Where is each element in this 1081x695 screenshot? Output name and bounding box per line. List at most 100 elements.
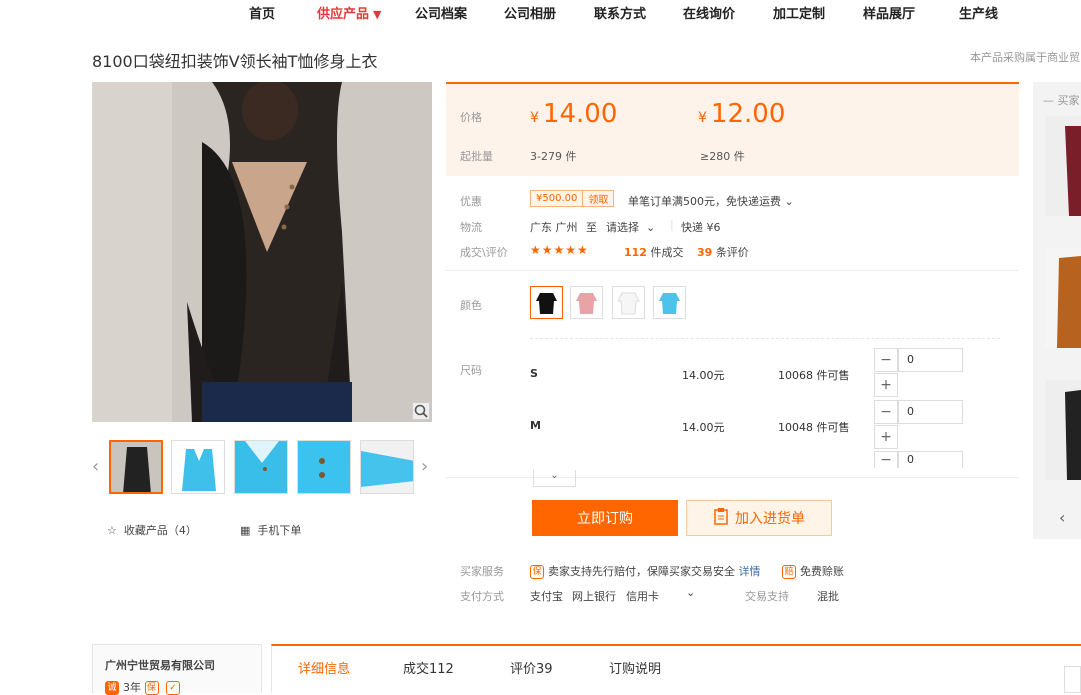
price-tier-1-value: 14.00 [542, 99, 618, 129]
mobile-order-label: 手机下单 [257, 524, 302, 537]
favorite-label: 收藏产品（4） [123, 524, 197, 537]
exempt-service: 赔免费赊账 [782, 563, 844, 579]
destination-select[interactable]: 请选择 ⌄ [606, 219, 655, 235]
divider [530, 338, 1000, 339]
related-product-3[interactable] [1045, 380, 1081, 480]
shipping-origin: 广东 广州 [530, 221, 578, 234]
logistics-label: 物流 [460, 221, 482, 234]
size-stock: 10068 件可售 [778, 369, 850, 382]
add-to-cart-button[interactable]: 加入进货单 [686, 500, 832, 536]
promo-text-label: 单笔订单满500元，免快递运费 [628, 195, 781, 208]
thumbnail-2[interactable] [171, 440, 225, 494]
nav-item-production[interactable]: 生产线 [959, 3, 998, 22]
add-to-cart-label: 加入进货单 [735, 511, 805, 527]
nav-item-album[interactable]: 公司相册 [504, 3, 556, 22]
destination-value: 请选择 [606, 221, 639, 234]
chevron-down-icon[interactable]: ⌄ [686, 586, 695, 599]
quantity-input-m[interactable]: 0 [898, 400, 963, 424]
plus-button[interactable]: + [874, 373, 898, 397]
favorite-product[interactable]: ☆ 收藏产品（4） [107, 522, 197, 538]
nav-item-home[interactable]: 首页 [249, 3, 275, 22]
rail-title-text: 买家 [1057, 94, 1080, 107]
currency-symbol: ¥ [530, 110, 539, 126]
color-swatch-blue[interactable] [653, 286, 686, 319]
thumbnail-5[interactable] [360, 440, 414, 494]
promo-text[interactable]: 单笔订单满500元，免快递运费 ⌄ [628, 193, 794, 209]
nav-item-custom[interactable]: 加工定制 [773, 3, 825, 22]
shipping-to: 至 [586, 221, 597, 234]
review-count[interactable]: 39 条评价 [697, 244, 749, 260]
deal-count[interactable]: 112 件成交 [624, 244, 683, 260]
divider [446, 477, 1019, 478]
pay-method: 网上银行 [572, 590, 616, 603]
order-now-button[interactable]: 立即订购 [532, 500, 678, 536]
tab-deals[interactable]: 成交112 [403, 658, 454, 677]
moq-label: 起批量 [460, 150, 493, 163]
coupon-action[interactable]: 领取 [582, 191, 613, 206]
company-name[interactable]: 广州宁世贸易有限公司 [105, 657, 215, 673]
credit-icon: 赔 [782, 565, 796, 579]
thumbnail-4[interactable] [297, 440, 351, 494]
nav-item-samples[interactable]: 样品展厅 [863, 3, 915, 22]
nav-item-inquiry[interactable]: 在线询价 [683, 3, 735, 22]
thumbnail-3[interactable] [234, 440, 288, 494]
guarantee-service: 保卖家支持先行赔付，保障买家交易安全 详情 [530, 563, 761, 579]
color-swatch-white[interactable] [612, 286, 645, 319]
nav-item-profile[interactable]: 公司档案 [415, 3, 467, 22]
plus-button[interactable]: + [874, 425, 898, 449]
rail-title: — 买家 [1043, 94, 1080, 107]
minus-button[interactable]: − [874, 400, 898, 424]
chevron-down-icon: ⌄ [646, 221, 656, 234]
deal-count-value: 112 [624, 246, 647, 259]
price-tier-1: ¥14.00 [530, 99, 617, 129]
tab-details[interactable]: 详细信息 [298, 658, 350, 677]
detail-link[interactable]: 详情 [739, 565, 761, 578]
nav-item-contact[interactable]: 联系方式 [594, 3, 646, 22]
deals-label: 成交\评价 [460, 246, 508, 259]
detail-tabs: 详细信息 成交112 评价39 订购说明 [271, 644, 1081, 693]
rail-prev-icon[interactable]: ‹ [1059, 508, 1065, 527]
color-swatch-black[interactable] [530, 286, 563, 319]
thumbnail-1[interactable] [109, 440, 163, 494]
coupon-badge[interactable]: ¥500.00 领取 [530, 190, 615, 207]
review-count-value: 39 [697, 246, 713, 259]
size-price: 14.00元 [682, 421, 725, 434]
price-tier-2-value: 12.00 [710, 99, 786, 129]
trade-support-value: 混批 [817, 590, 839, 603]
quantity-input-l[interactable]: 0 [898, 451, 963, 468]
related-product-2[interactable] [1045, 248, 1081, 348]
pay-method: 信用卡 [626, 590, 659, 603]
size-stock: 10048 件可售 [778, 421, 850, 434]
color-swatch-pink[interactable] [570, 286, 603, 319]
quantity-input-s[interactable]: 0 [898, 348, 963, 372]
related-product-1[interactable] [1045, 116, 1081, 216]
page-title: 8100口袋纽扣装饰V领长袖T恤修身上衣 [92, 52, 378, 71]
price-label: 价格 [460, 111, 482, 124]
tab-reviews[interactable]: 评价39 [510, 658, 553, 677]
shipping-fee: 快递 ¥6 [681, 221, 721, 234]
currency-symbol: ¥ [698, 110, 707, 126]
size-name: S [530, 367, 538, 380]
tier-2-range: ≥280 件 [700, 150, 745, 163]
chevron-down-icon: ⌄ [550, 470, 559, 481]
thumb-prev-icon[interactable]: ‹ [92, 456, 99, 477]
minus-button[interactable]: − [874, 451, 898, 468]
nav-item-products[interactable]: 供应产品 ▼ [317, 3, 381, 22]
price-tier-2: ¥12.00 [698, 99, 785, 129]
nav-item-products-label: 供应产品 [317, 7, 370, 22]
tab-order-info[interactable]: 订购说明 [609, 658, 661, 677]
tier-1-range: 3-279 件 [530, 150, 577, 163]
size-name: M [530, 419, 541, 432]
expand-sizes-button[interactable]: ⌄ [533, 470, 576, 487]
thumb-next-icon[interactable]: › [421, 456, 428, 477]
caret-down-icon: ▼ [373, 8, 382, 21]
mobile-order[interactable]: ▦ 手机下单 [240, 522, 301, 538]
minus-button[interactable]: − [874, 348, 898, 372]
top-note: 本产品采购属于商业贸 [970, 51, 1080, 64]
main-product-image[interactable] [92, 82, 432, 422]
feedback-icon[interactable] [1064, 666, 1081, 693]
product-photo [92, 82, 432, 422]
zoom-icon[interactable] [412, 402, 430, 420]
chevron-down-icon: ⌄ [784, 195, 794, 208]
guarantee-text: 卖家支持先行赔付，保障买家交易安全 [548, 565, 735, 578]
